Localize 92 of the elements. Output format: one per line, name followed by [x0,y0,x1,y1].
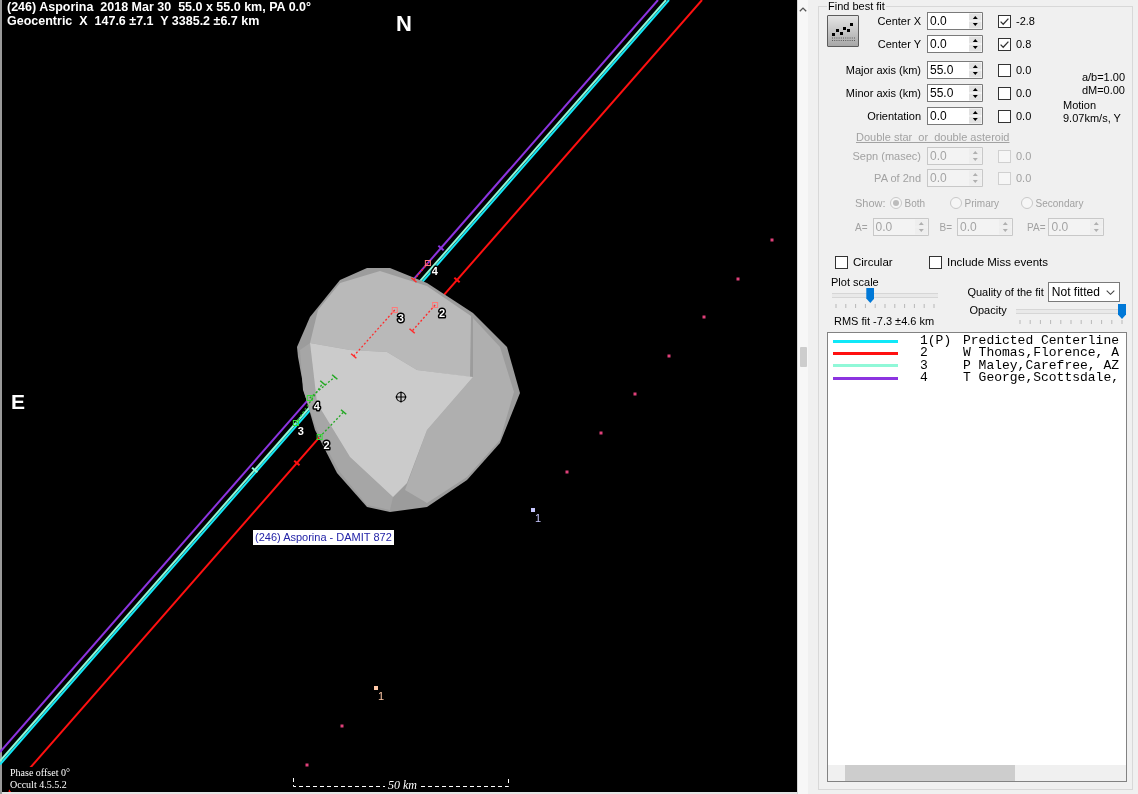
event-marker [350,307,398,360]
quality-dropdown[interactable]: Not fitted [1047,282,1120,302]
chevron-down-icon [1105,289,1115,295]
legend-number: 3 [920,359,929,373]
spin-up-button[interactable] [969,35,983,44]
chord-number: 3 [397,312,404,324]
checkbox-label: Circular [853,256,893,268]
scrollbar-thumb[interactable] [845,765,1015,781]
quality-label: Quality of the fit [967,286,1044,298]
slider-label: Plot scale [831,276,879,288]
scale-label: 50 km [388,779,417,792]
field-label: PA= [1027,221,1046,233]
spin-down-button[interactable] [969,116,983,125]
field-label: Major axis (km) [845,63,921,77]
horizontal-scrollbar[interactable] [828,765,1126,781]
checkbox-label: Include Miss events [947,256,1048,268]
checkbox[interactable] [998,37,1011,51]
fit-result: 0.0 [1016,86,1032,100]
legend-label: Predicted Centerline [963,335,1120,348]
path-number: 1 [534,512,542,524]
spin-up-button[interactable] [969,61,983,70]
motion-label: Motion [1063,99,1097,112]
fit-statistic: a/b=1.00 [1081,71,1125,84]
field-label: Sepn (masec) [852,149,921,163]
event-marker [408,302,439,335]
legend-number: 1(P) [920,335,953,348]
fit-result: 0.0 [1016,149,1032,163]
chord-number: 2 [439,307,446,319]
legend-label: T George,Scottsdale, [963,372,1120,385]
checkbox[interactable] [998,14,1011,28]
slider-label: Opacity [969,304,1007,317]
fit-result: 0.0 [1016,171,1032,185]
field-label: PA of 2nd [874,171,921,185]
legend-number: 4 [920,372,929,385]
chord-number: 4 [431,265,438,277]
field-label: B= [939,221,953,233]
legend-number: 2 [920,347,928,360]
checkbox[interactable] [998,109,1011,123]
spin-down-button[interactable] [969,93,983,102]
field-label: Orientation [867,109,921,123]
number-field[interactable]: 0.0 [927,35,969,53]
chord-number: 4 [313,400,320,412]
slider-thumb[interactable] [1118,304,1126,319]
footer-text: Phase offset 0° [10,767,70,779]
field-label: Minor axis (km) [845,86,921,100]
number-field[interactable]: 55.0 [927,61,969,79]
east-label: E [11,390,25,414]
chord-number: 2 [323,439,330,451]
fit-result: 0.0 [1016,63,1032,77]
spin-up-button[interactable] [969,107,983,116]
spin-down-button[interactable] [969,21,983,30]
legend-label: P Maley,Carefree, AZ [963,359,1120,373]
fit-statistic: dM=0.00 [1081,84,1125,97]
rms-text: RMS fit -7.3 ±4.6 km [834,315,935,328]
field-label: A= [855,221,868,233]
number-field[interactable]: 55.0 [927,84,969,102]
radio-label: Both [904,197,926,209]
checkbox[interactable] [998,86,1011,100]
model-label: (246) Asporina - DAMIT 872 [253,530,394,545]
splitter-grip[interactable] [799,347,807,367]
event-marker [410,260,431,284]
path-number: 1 [377,690,385,702]
crosshair-icon [394,390,408,404]
section-title: Double star or double asteroid [856,131,1010,143]
show-label: Show: [855,197,886,209]
fit-result: 0.8 [1016,37,1032,51]
north-label: N [396,11,412,36]
plot-subtitle: Geocentric X 147.6 ±7.1 Y 3385.2 ±6.7 km [7,14,260,28]
spin-up-button[interactable] [969,12,983,21]
motion-value: 9.07km/s, Y [1063,112,1121,125]
slider-thumb[interactable] [866,288,875,303]
radio-label: Secondary [1035,197,1084,209]
field-label: Center X [877,14,921,28]
checkbox[interactable] [929,255,942,269]
number-field[interactable]: 0.0 [927,12,969,30]
number-field[interactable]: 0.0 [927,107,969,125]
chevron-up-icon[interactable] [799,7,807,12]
fit-result: -2.8 [1016,14,1035,28]
spin-down-button[interactable] [969,70,983,79]
fit-button[interactable] [827,15,859,47]
fit-result: 0.0 [1016,109,1032,123]
group-title: Find best fit [827,0,886,13]
checkbox[interactable] [998,64,1011,77]
spin-down-button[interactable] [969,44,983,53]
chord-number: 3 [297,425,304,437]
spin-up-button[interactable] [969,84,983,93]
plot-title: (246) Asporina 2018 Mar 30 55.0 x 55.0 km, PA 0.0° [7,0,311,14]
checkbox[interactable] [835,255,848,269]
field-label: Center Y [877,37,921,51]
radio-label: Primary [964,197,1000,209]
legend-label: W Thomas,Florence, A [963,347,1120,360]
footer-text: Occult 4.5.5.2 [10,779,67,791]
